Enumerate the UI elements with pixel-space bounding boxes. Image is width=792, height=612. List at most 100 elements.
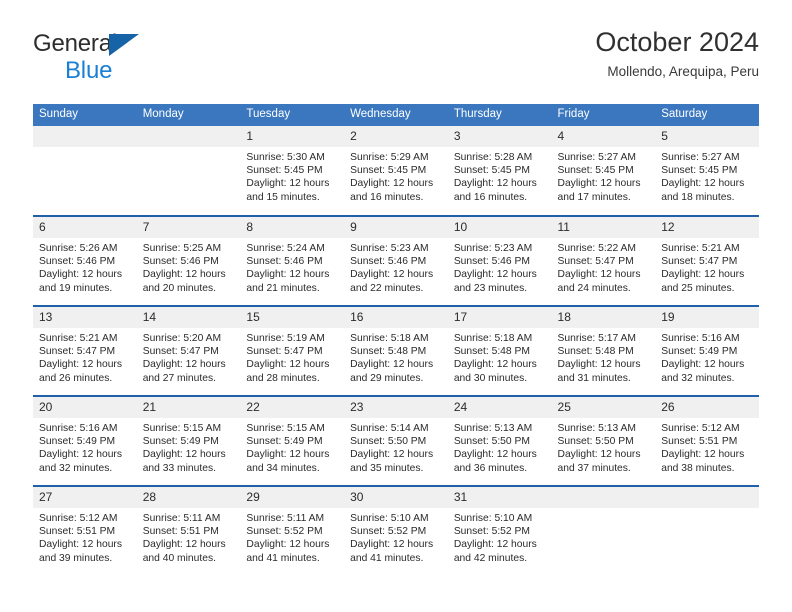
- day-number: [33, 126, 137, 147]
- calendar-day-cell[interactable]: 17 Sunrise: 5:18 AM Sunset: 5:48 PM Dayligh…: [447, 305, 552, 396]
- calendar-day-cell[interactable]: 20 Sunrise: 5:16 AM Sunset: 5:49 PM Dayligh…: [33, 395, 137, 486]
- day-cell-inner: [655, 487, 759, 575]
- daylight-text: Daylight: 12 hours: [557, 178, 641, 190]
- daylight-text: Daylight: 12 hours: [142, 539, 226, 551]
- daylight-text: Daylight: 12 hours: [453, 359, 537, 371]
- calendar-day-cell[interactable]: 2 Sunrise: 5:29 AM Sunset: 5:45 PM Daylight…: [344, 126, 448, 216]
- calendar-day-cell[interactable]: 19 Sunrise: 5:16 AM Sunset: 5:49 PM Dayligh…: [655, 305, 759, 396]
- day-details: Sunrise: 5:11 AM Sunset: 5:51 PM Daylight:…: [137, 508, 241, 565]
- sunrise-text: Sunrise: 5:27 AM: [661, 152, 740, 163]
- calendar-day-cell[interactable]: 23 Sunrise: 5:14 AM Sunset: 5:50 PM Dayligh…: [344, 395, 448, 486]
- sunrise-text: Sunrise: 5:10 AM: [453, 513, 533, 524]
- day-cell-inner: 31 Sunrise: 5:10 AM Sunset: 5:52 PM Dayligh…: [447, 487, 552, 575]
- calendar-day-cell[interactable]: 30 Sunrise: 5:10 AM Sunset: 5:52 PM Dayligh…: [344, 485, 448, 576]
- weekday-header-wednesday: Wednesday: [344, 104, 448, 126]
- sunrise-text: Sunrise: 5:30 AM: [246, 152, 325, 163]
- sunset-text: Sunset: 5:46 PM: [453, 256, 530, 268]
- day-details: Sunrise: 5:12 AM Sunset: 5:51 PM Daylight:…: [655, 418, 759, 475]
- day-cell-inner: 12 Sunrise: 5:21 AM Sunset: 5:47 PM Dayligh…: [655, 217, 759, 305]
- brand-logo[interactable]: General Blue: [33, 32, 163, 84]
- sunrise-text: Sunrise: 5:15 AM: [142, 423, 222, 434]
- calendar-day-cell[interactable]: 4 Sunrise: 5:27 AM Sunset: 5:45 PM Daylight…: [551, 126, 656, 216]
- sunrise-text: Sunrise: 5:13 AM: [557, 423, 636, 434]
- daylight-text: and 19 minutes.: [39, 282, 113, 294]
- sunset-text: Sunset: 5:47 PM: [142, 346, 219, 358]
- day-details: Sunrise: 5:13 AM Sunset: 5:50 PM Daylight:…: [552, 418, 656, 475]
- day-cell-inner: 5 Sunrise: 5:27 AM Sunset: 5:45 PM Daylight…: [655, 126, 759, 214]
- day-details: Sunrise: 5:25 AM Sunset: 5:46 PM Daylight:…: [137, 238, 241, 295]
- sunrise-text: Sunrise: 5:21 AM: [39, 333, 118, 344]
- calendar-day-cell[interactable]: 6 Sunrise: 5:26 AM Sunset: 5:46 PM Daylight…: [33, 215, 137, 306]
- calendar-page: General Blue October 2024 Mollendo, Areq…: [0, 0, 792, 612]
- daylight-text: Daylight: 12 hours: [350, 449, 434, 461]
- calendar-week-row: 20 Sunrise: 5:16 AM Sunset: 5:49 PM Dayligh…: [33, 395, 759, 486]
- calendar-day-cell[interactable]: 29 Sunrise: 5:11 AM Sunset: 5:52 PM Dayligh…: [240, 485, 345, 576]
- calendar-day-cell[interactable]: 26 Sunrise: 5:12 AM Sunset: 5:51 PM Dayligh…: [655, 395, 759, 486]
- calendar-day-cell[interactable]: 21 Sunrise: 5:15 AM Sunset: 5:49 PM Dayligh…: [136, 395, 241, 486]
- day-number: 10: [447, 217, 552, 238]
- calendar-day-cell[interactable]: 14 Sunrise: 5:20 AM Sunset: 5:47 PM Dayligh…: [136, 305, 241, 396]
- calendar-day-cell[interactable]: 12 Sunrise: 5:21 AM Sunset: 5:47 PM Dayligh…: [655, 215, 759, 306]
- day-number: 20: [33, 397, 137, 418]
- day-details: Sunrise: 5:23 AM Sunset: 5:46 PM Daylight:…: [448, 238, 552, 295]
- daylight-text: and 35 minutes.: [350, 462, 424, 474]
- day-number: 5: [655, 126, 759, 147]
- day-details: Sunrise: 5:11 AM Sunset: 5:52 PM Daylight:…: [240, 508, 344, 565]
- day-number: 4: [551, 126, 656, 147]
- calendar-day-cell[interactable]: 7 Sunrise: 5:25 AM Sunset: 5:46 PM Daylight…: [136, 215, 241, 306]
- sunrise-text: Sunrise: 5:23 AM: [453, 243, 533, 254]
- sunset-text: Sunset: 5:51 PM: [661, 436, 738, 448]
- day-number: 3: [447, 126, 552, 147]
- daylight-text: and 32 minutes.: [661, 372, 735, 384]
- sunset-text: Sunset: 5:49 PM: [661, 346, 738, 358]
- calendar-day-cell[interactable]: 13 Sunrise: 5:21 AM Sunset: 5:47 PM Dayligh…: [33, 305, 137, 396]
- sunset-text: Sunset: 5:50 PM: [350, 436, 427, 448]
- daylight-text: and 27 minutes.: [142, 372, 216, 384]
- daylight-text: Daylight: 12 hours: [246, 359, 330, 371]
- sunset-text: Sunset: 5:45 PM: [350, 165, 427, 177]
- daylight-text: Daylight: 12 hours: [453, 178, 537, 190]
- sunset-text: Sunset: 5:46 PM: [350, 256, 427, 268]
- calendar-day-cell[interactable]: 1 Sunrise: 5:30 AM Sunset: 5:45 PM Daylight…: [240, 126, 345, 216]
- day-number: 16: [344, 307, 448, 328]
- sunset-text: Sunset: 5:52 PM: [453, 526, 530, 538]
- calendar-day-cell[interactable]: 22 Sunrise: 5:15 AM Sunset: 5:49 PM Dayligh…: [240, 395, 345, 486]
- day-number: 31: [447, 487, 552, 508]
- day-cell-inner: 11 Sunrise: 5:22 AM Sunset: 5:47 PM Dayligh…: [551, 217, 656, 305]
- sunset-text: Sunset: 5:48 PM: [557, 346, 634, 358]
- daylight-text: and 38 minutes.: [661, 462, 735, 474]
- day-cell-inner: 17 Sunrise: 5:18 AM Sunset: 5:48 PM Dayligh…: [447, 307, 552, 395]
- calendar-day-cell[interactable]: 27 Sunrise: 5:12 AM Sunset: 5:51 PM Dayligh…: [33, 485, 137, 576]
- day-cell-inner: 14 Sunrise: 5:20 AM Sunset: 5:47 PM Dayligh…: [136, 307, 241, 395]
- daylight-text: Daylight: 12 hours: [661, 269, 745, 281]
- sunrise-text: Sunrise: 5:23 AM: [350, 243, 429, 254]
- day-number: 18: [551, 307, 656, 328]
- day-number: 28: [136, 487, 241, 508]
- calendar-day-cell[interactable]: 25 Sunrise: 5:13 AM Sunset: 5:50 PM Dayligh…: [551, 395, 656, 486]
- calendar-day-cell[interactable]: 10 Sunrise: 5:23 AM Sunset: 5:46 PM Dayligh…: [447, 215, 552, 306]
- calendar-day-cell[interactable]: 9 Sunrise: 5:23 AM Sunset: 5:46 PM Daylight…: [344, 215, 448, 306]
- sunrise-text: Sunrise: 5:11 AM: [142, 513, 221, 524]
- calendar-day-cell[interactable]: 28 Sunrise: 5:11 AM Sunset: 5:51 PM Dayligh…: [136, 485, 241, 576]
- calendar-day-cell[interactable]: 18 Sunrise: 5:17 AM Sunset: 5:48 PM Dayligh…: [551, 305, 656, 396]
- calendar-day-cell[interactable]: 15 Sunrise: 5:19 AM Sunset: 5:47 PM Dayligh…: [240, 305, 345, 396]
- day-cell-inner: [551, 487, 656, 575]
- day-cell-inner: 1 Sunrise: 5:30 AM Sunset: 5:45 PM Daylight…: [240, 126, 345, 214]
- sunrise-text: Sunrise: 5:14 AM: [350, 423, 429, 434]
- calendar-week-row: 13 Sunrise: 5:21 AM Sunset: 5:47 PM Dayligh…: [33, 305, 759, 396]
- calendar-day-cell[interactable]: 24 Sunrise: 5:13 AM Sunset: 5:50 PM Dayligh…: [447, 395, 552, 486]
- day-number: 24: [447, 397, 552, 418]
- calendar-day-cell[interactable]: 5 Sunrise: 5:27 AM Sunset: 5:45 PM Daylight…: [655, 126, 759, 216]
- sunrise-text: Sunrise: 5:19 AM: [246, 333, 325, 344]
- daylight-text: Daylight: 12 hours: [246, 449, 330, 461]
- daylight-text: and 37 minutes.: [557, 462, 631, 474]
- calendar-day-cell[interactable]: 16 Sunrise: 5:18 AM Sunset: 5:48 PM Dayligh…: [344, 305, 448, 396]
- calendar-day-cell[interactable]: 8 Sunrise: 5:24 AM Sunset: 5:46 PM Daylight…: [240, 215, 345, 306]
- day-cell-inner: 21 Sunrise: 5:15 AM Sunset: 5:49 PM Dayligh…: [136, 397, 241, 485]
- sunset-text: Sunset: 5:45 PM: [453, 165, 530, 177]
- day-details: Sunrise: 5:21 AM Sunset: 5:47 PM Daylight:…: [33, 328, 137, 385]
- daylight-text: Daylight: 12 hours: [142, 449, 226, 461]
- calendar-day-cell[interactable]: 31 Sunrise: 5:10 AM Sunset: 5:52 PM Dayligh…: [447, 485, 552, 576]
- calendar-day-cell[interactable]: 3 Sunrise: 5:28 AM Sunset: 5:45 PM Daylight…: [447, 126, 552, 216]
- calendar-day-cell[interactable]: 11 Sunrise: 5:22 AM Sunset: 5:47 PM Dayligh…: [551, 215, 656, 306]
